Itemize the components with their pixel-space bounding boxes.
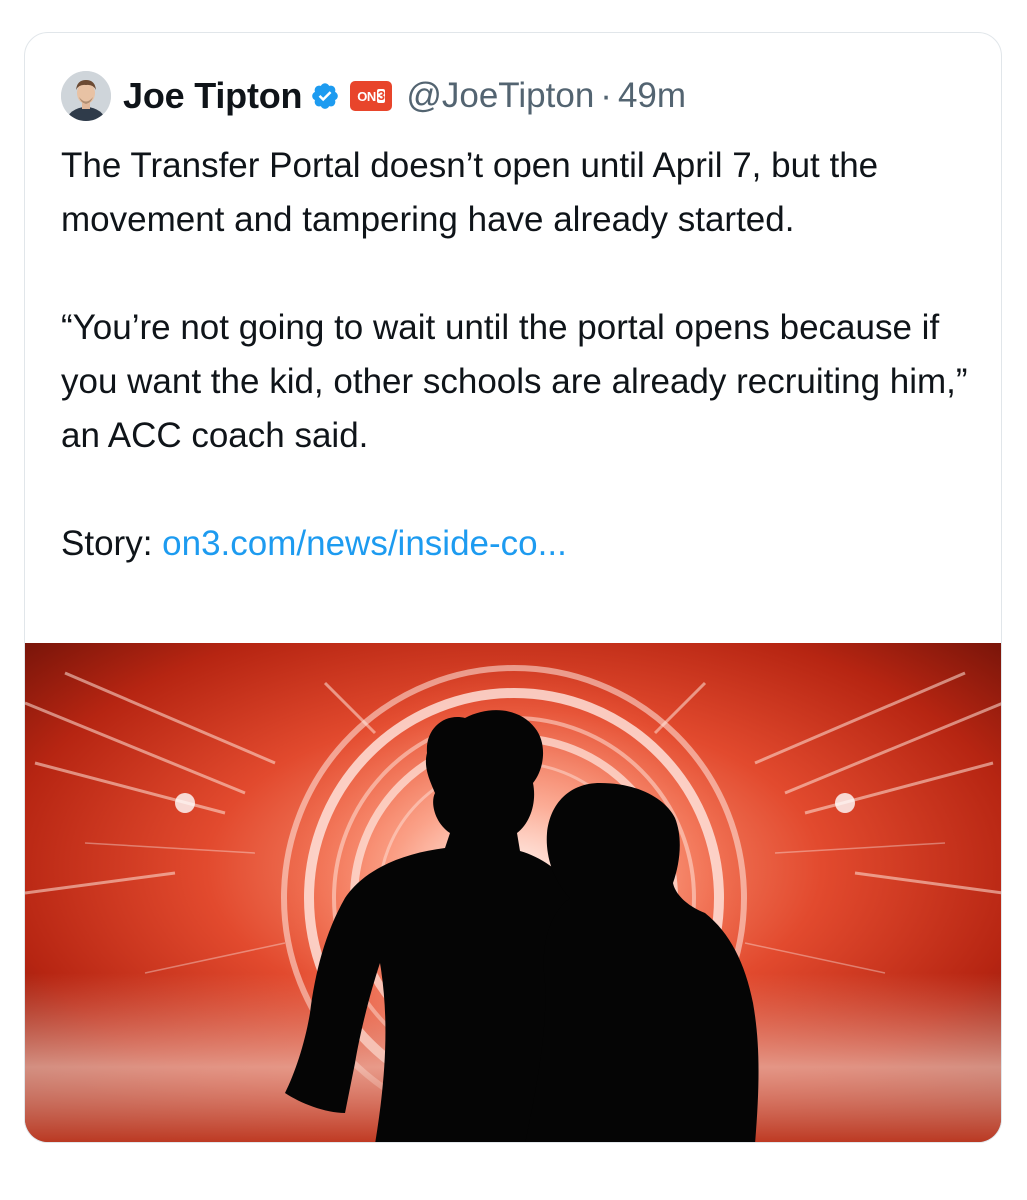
tweet-card[interactable]: Joe Tipton ON 3 @JoeTipton · 49m The Tran…	[24, 32, 1002, 1143]
story-line: Story: on3.com/news/inside-co...	[61, 517, 971, 571]
story-link[interactable]: on3.com/news/inside-co...	[162, 524, 567, 563]
affiliation-badge-number: 3	[376, 88, 386, 103]
verified-badge-icon	[310, 81, 340, 111]
affiliation-badge[interactable]: ON 3	[350, 81, 393, 111]
person-avatar-icon	[61, 71, 111, 121]
tweet-text: The Transfer Portal doesn’t open until A…	[61, 139, 971, 571]
separator-dot: ·	[600, 76, 612, 115]
author-name[interactable]: Joe Tipton	[123, 75, 303, 117]
affiliation-badge-text: ON	[357, 88, 376, 104]
silhouette-portal-image	[25, 643, 1001, 1142]
tweet-paragraph-2: “You’re not going to wait until the port…	[61, 308, 968, 455]
tweet-header: Joe Tipton ON 3 @JoeTipton · 49m	[61, 71, 686, 121]
timestamp[interactable]: 49m	[618, 76, 686, 116]
tweet-paragraph-1: The Transfer Portal doesn’t open until A…	[61, 146, 879, 239]
author-handle[interactable]: @JoeTipton	[406, 76, 594, 116]
story-label: Story:	[61, 524, 153, 563]
tweet-media-image[interactable]	[25, 643, 1001, 1142]
avatar[interactable]	[61, 71, 111, 121]
